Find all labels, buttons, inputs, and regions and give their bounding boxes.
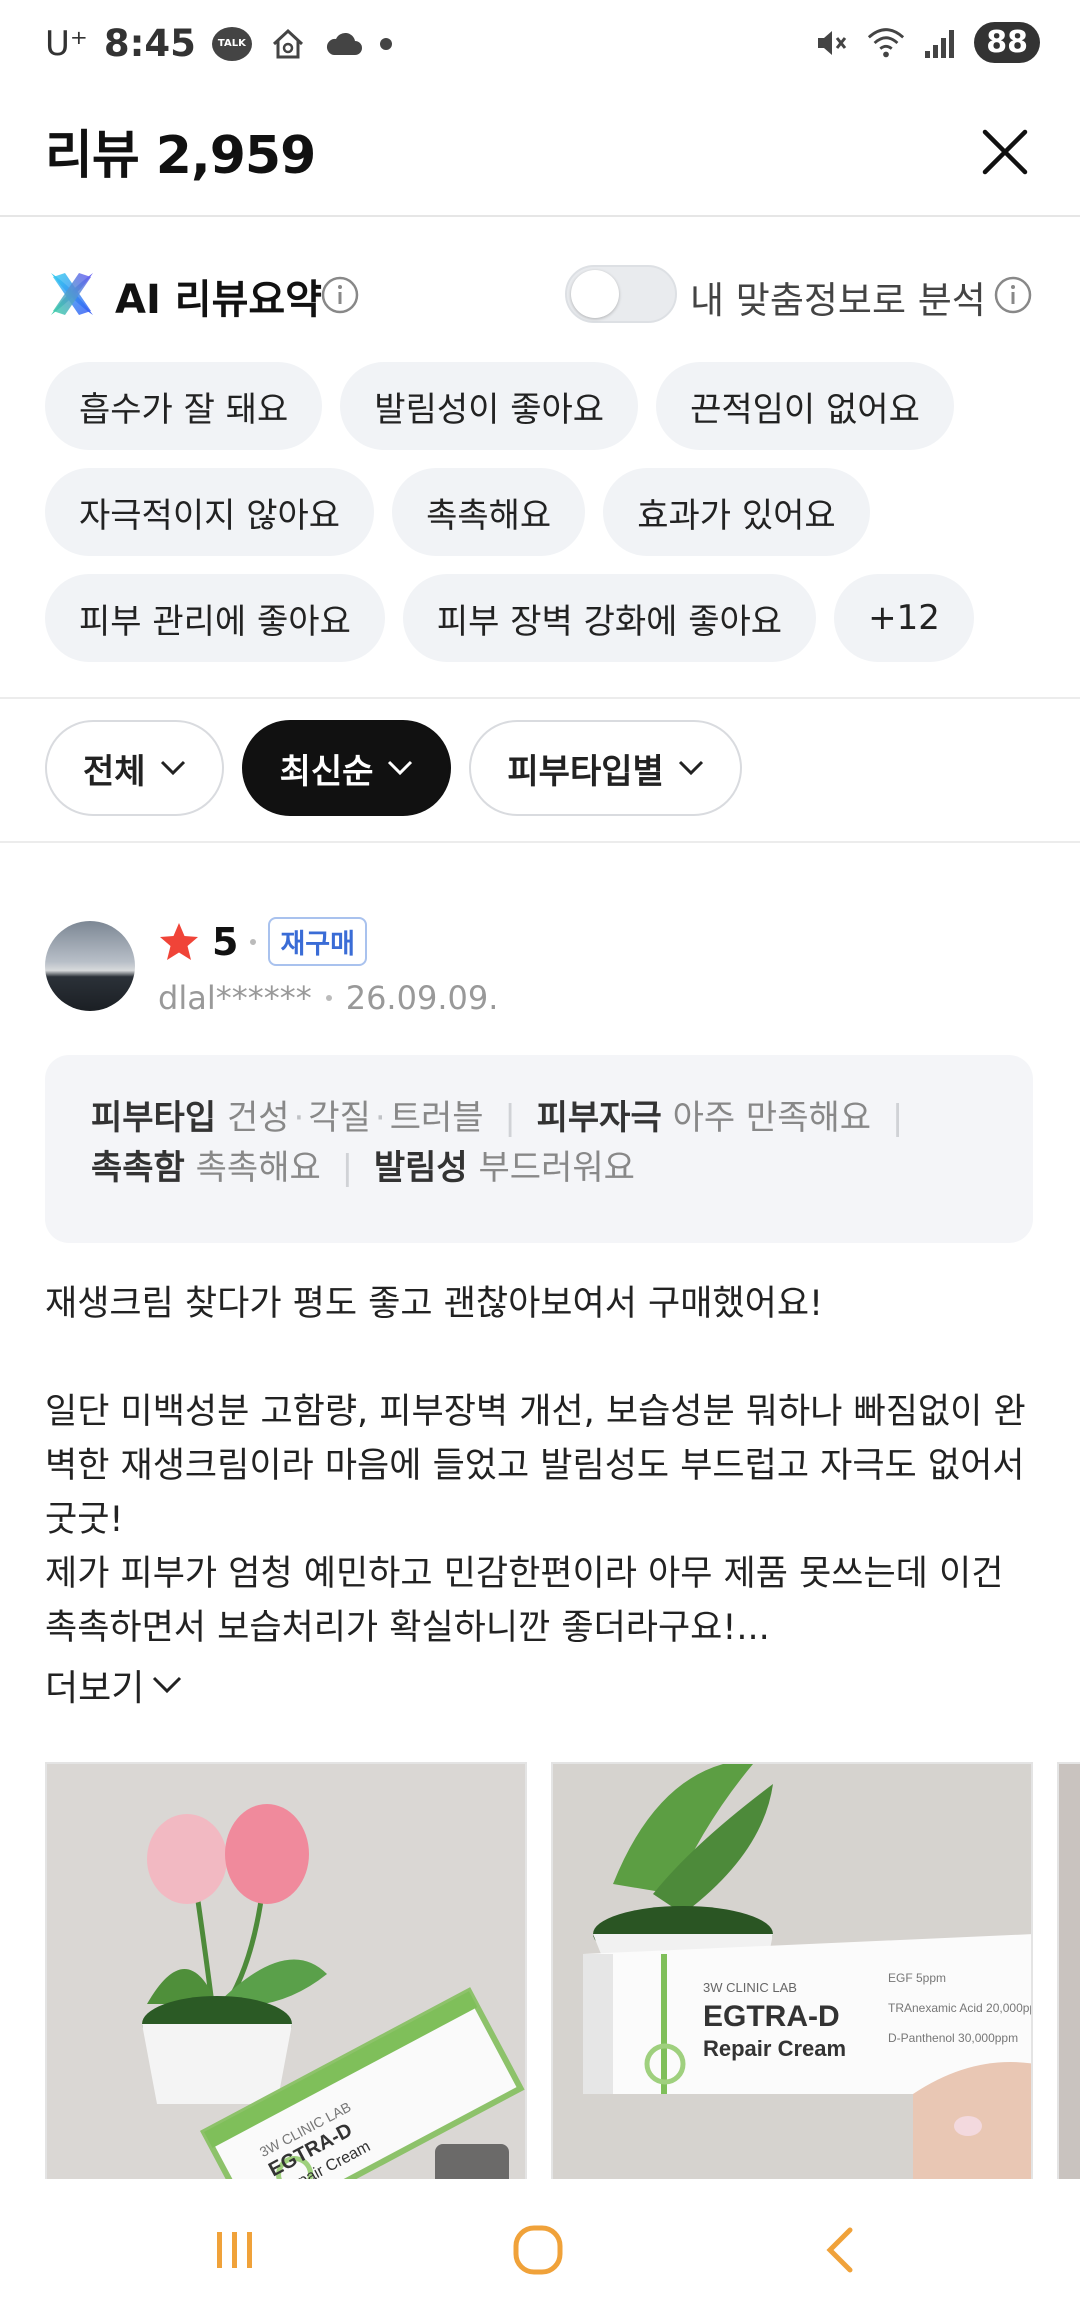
home-icon xyxy=(268,24,308,64)
repurchase-badge: 재구매 xyxy=(268,917,367,966)
close-icon xyxy=(982,129,1028,175)
attribute-label: 발림성 xyxy=(373,1148,468,1188)
attribute-value: 촉촉해요 xyxy=(195,1148,321,1188)
more-label: 더보기 xyxy=(45,1668,145,1709)
info-icon[interactable] xyxy=(320,275,360,315)
info-icon[interactable] xyxy=(993,275,1033,315)
review-photo[interactable] xyxy=(1057,1762,1080,2179)
photo-product: EGTRA-D xyxy=(703,2000,840,2033)
attribute-label: 피부자극 xyxy=(536,1098,662,1138)
rating-value: 5 xyxy=(212,919,239,964)
product-photo-image: 3W CLINIC LAB EGTRA-D Repair Cream EGF 5… xyxy=(553,1764,1033,2179)
filter-all[interactable]: 전체 xyxy=(45,720,224,816)
photo-brand: 3W CLINIC LAB xyxy=(703,1980,797,1995)
summary-chip[interactable]: 촉촉해요 xyxy=(392,468,586,556)
wifi-icon xyxy=(866,23,906,63)
review-attributes: 피부타입 건성 · 각질 · 트러블 | 피부자극 아주 만족해요 | 촉촉함 촉촉해요… xyxy=(45,1055,1033,1243)
separator-dot xyxy=(250,938,257,945)
photo-product-sub: Repair Cream xyxy=(703,2036,846,2061)
attribute-value: 트러블 xyxy=(389,1098,484,1138)
kakaotalk-icon: TALK xyxy=(211,26,252,61)
home-circle-icon xyxy=(513,2225,563,2275)
attribute-line: 피부타입 건성 · 각질 · 트러블 | 피부자극 아주 만족해요 | xyxy=(91,1098,904,1138)
chevron-down-icon xyxy=(153,1676,182,1694)
back-chevron-icon xyxy=(826,2227,853,2273)
summary-chip[interactable]: 효과가 있어요 xyxy=(603,468,870,556)
attribute-value: 각질 xyxy=(308,1098,371,1138)
review-meta: dlal****** 26.09.09. xyxy=(158,979,498,1017)
photo-ingredient: EGF 5ppm xyxy=(888,1971,946,1985)
notification-dot-icon xyxy=(379,37,392,50)
back-button[interactable] xyxy=(810,2220,870,2280)
header: 리뷰 2,959 xyxy=(0,95,1080,217)
home-button[interactable] xyxy=(508,2220,568,2280)
more-button[interactable]: 더보기 xyxy=(45,1659,182,1711)
chevron-down-icon xyxy=(678,760,703,776)
filter-skin-type[interactable]: 피부타입별 xyxy=(469,720,742,816)
avatar[interactable] xyxy=(45,921,135,1011)
summary-chip[interactable]: 피부 장벽 강화에 좋아요 xyxy=(402,574,817,662)
attribute-value: 아주 만족해요 xyxy=(672,1098,872,1138)
review-card: 5 재구매 dlal****** 26.09.09. 피부타입 건성 · 각질 · 트러… xyxy=(0,839,1080,2179)
filter-label: 피부타입별 xyxy=(507,751,664,792)
reviewer-name: dlal****** xyxy=(158,979,312,1017)
toggle-label: 내 맞춤정보로 분석 xyxy=(690,279,986,322)
clock: 8:45 xyxy=(103,22,196,65)
review-photo[interactable]: 3W CLINIC LAB EGTRA-D Repair Cream EGF 5… xyxy=(551,1762,1033,2179)
battery-icon: 88 xyxy=(974,22,1040,63)
ai-logo-icon xyxy=(51,273,93,315)
review-date: 26.09.09. xyxy=(345,979,499,1017)
summary-chip[interactable]: 흡수가 잘 돼요 xyxy=(45,362,323,450)
cloud-icon xyxy=(324,24,364,64)
summary-chip[interactable]: 피부 관리에 좋아요 xyxy=(45,574,385,662)
status-right: 88 xyxy=(812,22,1040,63)
mute-icon xyxy=(812,23,852,63)
expand-icon[interactable] xyxy=(435,2144,509,2179)
product-photo-image: 3W CLINIC LAB EGTRA-D Repair Cream xyxy=(47,1764,525,2179)
filter-bar: 전체 최신순 피부타입별 xyxy=(0,697,1080,843)
attribute-label: 촉촉함 xyxy=(91,1148,185,1188)
summary-chip[interactable]: 자극적이지 않아요 xyxy=(45,468,375,556)
filter-latest[interactable]: 최신순 xyxy=(241,720,452,816)
chip-row: 흡수가 잘 돼요 발림성이 좋아요 끈적임이 없어요 xyxy=(45,362,1045,450)
chevron-down-icon xyxy=(388,760,413,776)
summary-chip[interactable]: 발림성이 좋아요 xyxy=(340,362,639,450)
signal-icon xyxy=(920,23,960,63)
star-icon xyxy=(160,922,198,960)
close-button[interactable] xyxy=(970,117,1040,187)
attribute-value: 부드러워요 xyxy=(478,1148,635,1188)
status-bar: U⁺ 8:45 TALK 88 xyxy=(0,0,1080,95)
rating-line: 5 재구매 xyxy=(158,917,367,966)
summary-chips: 흡수가 잘 돼요 발림성이 좋아요 끈적임이 없어요 자극적이지 않아요 촉촉해… xyxy=(45,362,1045,680)
page-title: 리뷰 2,959 xyxy=(45,126,316,186)
attribute-value: 건성 xyxy=(226,1098,290,1138)
personalized-analysis-toggle[interactable] xyxy=(565,265,677,323)
separator-dot xyxy=(325,995,332,1001)
filter-label: 전체 xyxy=(83,751,146,792)
more-chips-button[interactable]: +12 xyxy=(834,574,974,662)
attribute-line: 촉촉함 촉촉해요 | 발림성 부드러워요 xyxy=(91,1148,635,1188)
status-left: U⁺ 8:45 TALK xyxy=(45,22,392,65)
chevron-down-icon xyxy=(160,760,185,776)
review-photos: 3W CLINIC LAB EGTRA-D Repair Cream 3W CL… xyxy=(45,1762,1080,2179)
filter-label: 최신순 xyxy=(279,751,374,792)
ai-review-summary: AI 리뷰요약 내 맞춤정보로 분석 흡수가 잘 돼요 발림성이 좋아요 끈적임… xyxy=(0,217,1080,697)
summary-chip[interactable]: 끈적임이 없어요 xyxy=(656,362,954,450)
chip-row: 자극적이지 않아요 촉촉해요 효과가 있어요 xyxy=(45,468,1045,556)
chip-row: 피부 관리에 좋아요 피부 장벽 강화에 좋아요 +12 xyxy=(45,574,1045,662)
review-body: 재생크림 찾다가 평도 좋고 괜찮아보여서 구매했어요! 일단 미백성분 고함량… xyxy=(45,1284,1026,1648)
filter-list: 전체 최신순 피부타입별 xyxy=(45,720,742,816)
system-nav-bar xyxy=(0,2180,1080,2316)
carrier-label: U⁺ xyxy=(45,23,88,64)
ai-summary-title: AI 리뷰요약 xyxy=(115,277,322,323)
photo-ingredient: D-Panthenol 30,000ppm xyxy=(888,2031,1018,2045)
attribute-label: 피부타입 xyxy=(91,1098,217,1138)
photo-ingredient: TRAnexamic Acid 20,000ppm xyxy=(888,2001,1033,2015)
recent-apps-button[interactable] xyxy=(205,2220,265,2280)
recent-apps-icon xyxy=(217,2232,252,2268)
review-photo[interactable]: 3W CLINIC LAB EGTRA-D Repair Cream xyxy=(45,1762,527,2179)
toggle-knob xyxy=(571,270,619,318)
